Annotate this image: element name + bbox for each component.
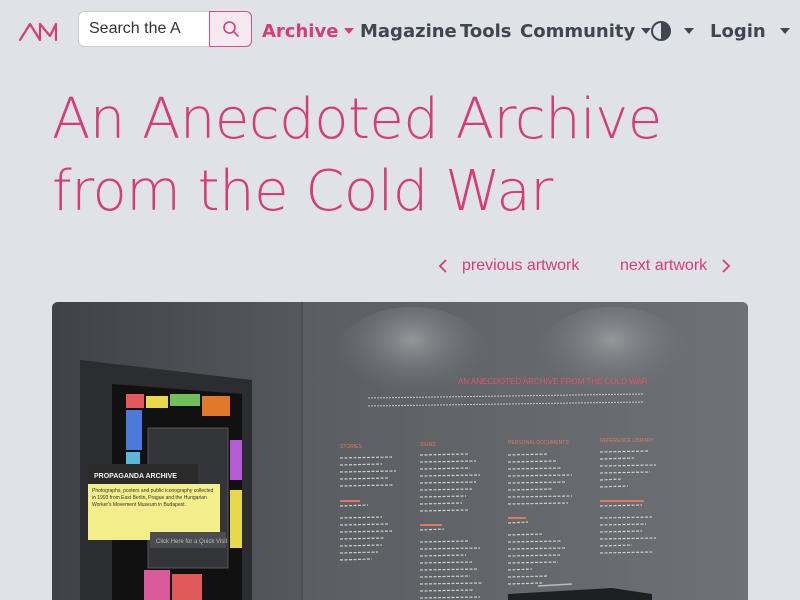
panel-title: PROPAGANDA ARCHIVE — [94, 473, 177, 480]
page-title-line2: from the Cold War — [52, 159, 553, 224]
exhibition-render: PROPAGANDA ARCHIVE Photographs, posters … — [52, 302, 748, 600]
search-form — [78, 11, 252, 47]
nav-community[interactable]: Community — [520, 18, 652, 44]
search-icon — [222, 21, 239, 37]
panel-text: Photographs, posters and public iconogra… — [92, 488, 214, 508]
contrast-icon — [651, 21, 671, 41]
nav-login[interactable]: Login — [710, 18, 790, 44]
navbar: Archive Magazine Tools Community Login — [0, 0, 800, 62]
artwork-image[interactable]: PROPAGANDA ARCHIVE Photographs, posters … — [52, 302, 748, 600]
next-artwork-label: next artwork — [620, 257, 708, 274]
page-title: An Anecdoted Archive from the Cold War — [52, 84, 772, 228]
previous-artwork-link[interactable]: previous artwork — [438, 257, 579, 275]
wall-title: AN ANECDOTED ARCHIVE FROM THE COLD WAR — [458, 377, 648, 386]
nav-login-label: Login — [710, 20, 766, 42]
nav-tools-label: Tools — [460, 20, 512, 42]
chevron-down-icon — [684, 28, 694, 34]
column-heading: STORIES — [340, 444, 363, 450]
nav-magazine-label: Magazine — [360, 20, 457, 42]
next-artwork-link[interactable]: next artwork — [620, 257, 731, 275]
search-input[interactable] — [78, 11, 210, 47]
nav-archive-label: Archive — [262, 20, 339, 42]
previous-artwork-label: previous artwork — [462, 257, 580, 274]
nav-archive[interactable]: Archive — [262, 18, 355, 44]
column-heading: REFERENCE LIBRARY — [600, 438, 654, 444]
chevron-down-icon — [779, 28, 790, 34]
nav-magazine[interactable]: Magazine — [360, 18, 457, 44]
theme-toggle[interactable] — [650, 18, 694, 44]
nav-tools[interactable]: Tools — [460, 18, 512, 44]
column-heading: PERSONAL DOCUMENTS — [508, 440, 569, 446]
nav-community-label: Community — [520, 20, 636, 42]
page-title-line1: An Anecdoted Archive — [52, 87, 662, 152]
search-button[interactable] — [209, 11, 252, 47]
chevron-down-icon — [344, 28, 355, 34]
chevron-right-icon — [722, 259, 731, 273]
quick-visit-label[interactable]: Click Here for a Quick Visit — [156, 539, 228, 545]
column-heading: SIGNS — [420, 442, 436, 448]
archive-logo-icon[interactable] — [18, 20, 58, 42]
chevron-left-icon — [438, 259, 447, 273]
